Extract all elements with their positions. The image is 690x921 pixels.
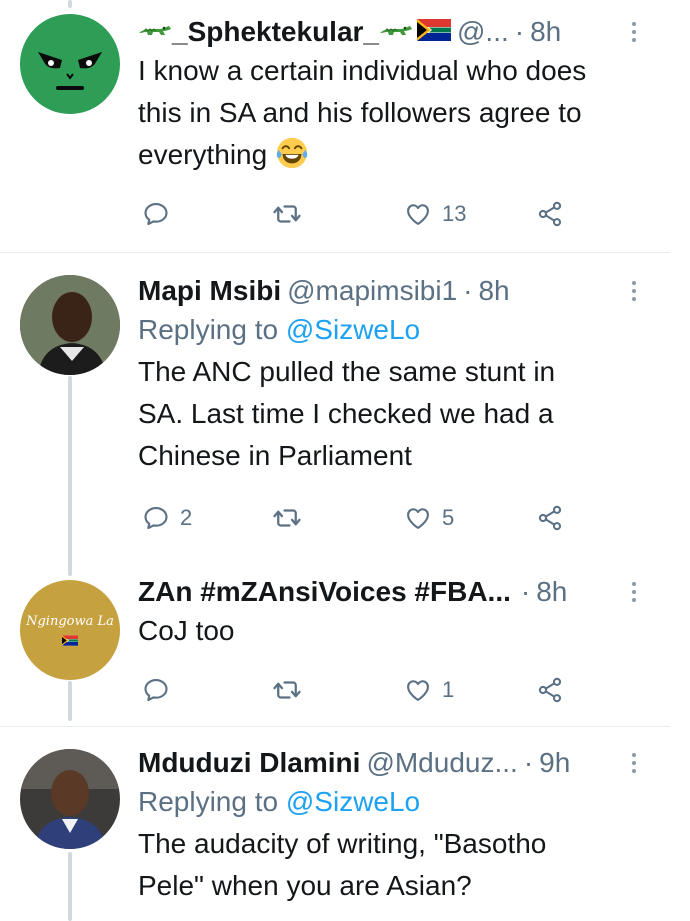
- south-africa-flag-icon: [417, 19, 451, 41]
- user-handle[interactable]: @mapimsibi1: [287, 273, 457, 309]
- reply-count: 2: [180, 505, 193, 530]
- tweet-text: CoJ too: [138, 610, 650, 652]
- retweet-button[interactable]: [272, 670, 312, 710]
- like-icon: [404, 504, 432, 532]
- user-handle[interactable]: @...: [457, 14, 509, 50]
- south-africa-flag-icon: [62, 635, 78, 646]
- tweet-text-line: The ANC pulled the same stunt in: [138, 356, 556, 387]
- like-button[interactable]: 1: [404, 670, 454, 710]
- tweet-header: _Sphektekular_ @... · 8h: [138, 14, 650, 50]
- avatar-text: Ngingowa La: [26, 614, 114, 629]
- avatar[interactable]: [20, 14, 120, 114]
- laughing-emoji-icon: [275, 136, 309, 170]
- display-name[interactable]: Mapi Msibi: [138, 273, 281, 309]
- retweet-button[interactable]: [272, 498, 312, 538]
- tweet-1[interactable]: _Sphektekular_ @... · 8h I know a certai…: [0, 0, 690, 252]
- retweet-icon: [272, 675, 302, 705]
- crocodile-icon: [379, 19, 413, 41]
- tweet-text: The audacity of writing, "Basotho Pele" …: [138, 823, 650, 907]
- person-photo-avatar-icon: [20, 275, 120, 375]
- like-count: 1: [442, 677, 455, 702]
- timestamp[interactable]: 8h: [478, 273, 509, 309]
- tweet-actions: 2 5: [138, 498, 588, 538]
- retweet-icon: [272, 199, 302, 229]
- tweet-header: Mapi Msibi @mapimsibi1 · 8h: [138, 273, 650, 309]
- share-icon: [536, 676, 564, 704]
- like-icon: [404, 676, 432, 704]
- replying-to-label: Replying to: [138, 786, 286, 817]
- replying-to-label: Replying to: [138, 314, 286, 345]
- like-count: 5: [442, 505, 455, 530]
- share-button[interactable]: [536, 498, 564, 538]
- like-icon: [404, 200, 432, 228]
- tweet-text-line: SA. Last time I checked we had a: [138, 398, 554, 429]
- share-icon: [536, 504, 564, 532]
- tweet-header: ZAn #mZAnsiVoices #FBA... · 8h: [138, 574, 650, 610]
- timestamp[interactable]: 8h: [536, 574, 567, 610]
- retweet-button[interactable]: [272, 194, 312, 234]
- crocodile-icon: [138, 19, 172, 41]
- more-icon[interactable]: [630, 582, 638, 606]
- retweet-icon: [272, 503, 302, 533]
- like-button[interactable]: 5: [404, 498, 454, 538]
- reply-button[interactable]: [142, 670, 180, 710]
- tweet-2[interactable]: Mapi Msibi @mapimsibi1 · 8h Replying to …: [0, 253, 690, 558]
- tweet-text-line: Pele" when you are Asian?: [138, 870, 472, 901]
- reply-icon: [142, 504, 170, 532]
- separator-dot: ·: [463, 275, 473, 306]
- tweet-3[interactable]: Ngingowa La ZAn #mZAnsiVoices #FBA... · …: [0, 558, 690, 726]
- replying-to: Replying to @SizweLo: [138, 309, 650, 351]
- separator-dot: ·: [523, 747, 534, 778]
- person-photo-avatar-icon: [20, 749, 120, 849]
- timestamp[interactable]: 9h: [539, 745, 570, 781]
- avatar[interactable]: [20, 275, 120, 375]
- tweet-text-line: Chinese in Parliament: [138, 440, 412, 471]
- tweet-text-line: this in SA and his followers agree to: [138, 97, 582, 128]
- timestamp[interactable]: 8h: [530, 14, 561, 50]
- avatar[interactable]: Ngingowa La: [20, 580, 120, 680]
- mention-link[interactable]: @SizweLo: [286, 314, 420, 345]
- share-button[interactable]: [536, 670, 564, 710]
- tweet-header: Mduduzi Dlamini @Mduduz... · 9h: [138, 745, 650, 781]
- tweet-text-line: CoJ too: [138, 615, 235, 646]
- angry-face-avatar-icon: [38, 52, 102, 90]
- tweet-text: The ANC pulled the same stunt in SA. Las…: [138, 351, 650, 477]
- share-button[interactable]: [536, 194, 564, 234]
- display-name[interactable]: _Sphektekular_: [172, 14, 379, 50]
- tweet-4[interactable]: Mduduzi Dlamini @Mduduz... · 9h Replying…: [0, 727, 690, 921]
- tweet-text: I know a certain individual who does thi…: [138, 50, 650, 176]
- reply-button[interactable]: [142, 194, 180, 234]
- reply-icon: [142, 200, 170, 228]
- tweet-text-line: I know a certain individual who does: [138, 55, 587, 86]
- reply-button[interactable]: 2: [142, 498, 192, 538]
- separator-dot: ·: [520, 576, 531, 607]
- avatar[interactable]: [20, 749, 120, 849]
- user-handle[interactable]: @Mduduz...: [366, 745, 517, 781]
- more-icon[interactable]: [630, 753, 638, 777]
- like-count: 13: [442, 201, 467, 226]
- tweet-actions: 1: [138, 670, 588, 710]
- display-name[interactable]: Mduduzi Dlamini: [138, 745, 360, 781]
- more-icon[interactable]: [630, 22, 638, 46]
- tweet-text-line: The audacity of writing, "Basotho: [138, 828, 547, 859]
- mention-link[interactable]: @SizweLo: [286, 786, 420, 817]
- separator-dot: ·: [514, 16, 525, 47]
- tweet-text-line: everything: [138, 134, 650, 176]
- share-icon: [536, 200, 564, 228]
- like-button[interactable]: 13: [404, 194, 466, 234]
- reply-icon: [142, 676, 170, 704]
- tweet-actions: 13: [138, 194, 588, 234]
- more-icon[interactable]: [630, 281, 638, 305]
- display-name[interactable]: ZAn #mZAnsiVoices #FBA...: [138, 574, 511, 610]
- replying-to: Replying to @SizweLo: [138, 781, 650, 823]
